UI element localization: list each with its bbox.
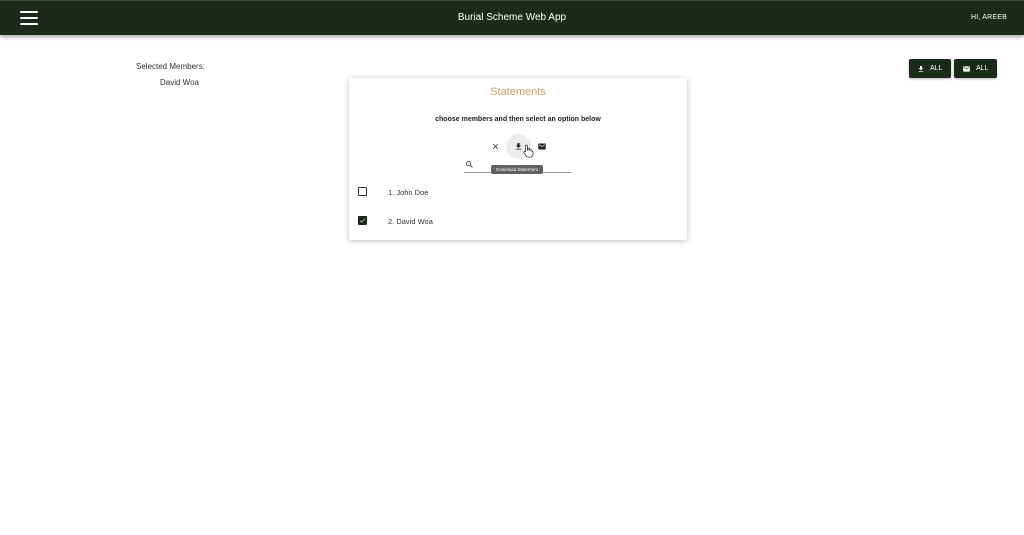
member-list-item[interactable]: 1. John Doe [349, 182, 687, 202]
download-all-button[interactable]: ALL [909, 59, 951, 78]
download-all-label: ALL [930, 65, 943, 72]
statements-dialog: Statements choose members and then selec… [349, 78, 687, 240]
close-icon [492, 143, 498, 149]
member-name: 2. David Woa [388, 217, 433, 226]
selected-member: David Woa [160, 78, 199, 87]
email-icon [538, 143, 546, 149]
member-list-item[interactable]: 2. David Woa [349, 211, 687, 231]
email-statement-button[interactable] [536, 140, 548, 152]
app-title: Burial Scheme Web App [457, 12, 567, 23]
user-greeting[interactable]: HI, AREEB [971, 14, 1007, 21]
clear-selection-button[interactable] [489, 140, 501, 152]
download-statement-tooltip: Download Statement [491, 165, 543, 174]
email-icon [963, 65, 970, 72]
hand-cursor-icon [523, 144, 534, 158]
dialog-instruction: choose members and then select an option… [435, 116, 601, 123]
member-name: 1. John Doe [388, 188, 429, 197]
email-all-label: ALL [976, 65, 989, 72]
selected-members-label: Selected Members: [136, 62, 205, 71]
download-icon [918, 65, 924, 72]
dialog-title: Statements [490, 86, 546, 98]
member-checkbox[interactable] [358, 187, 367, 196]
checkmark-icon [359, 218, 366, 223]
member-checkbox[interactable] [358, 216, 367, 225]
download-icon [515, 143, 522, 150]
app-bar: Burial Scheme Web App HI, AREEB [0, 0, 1024, 35]
email-all-button[interactable]: ALL [954, 59, 997, 78]
